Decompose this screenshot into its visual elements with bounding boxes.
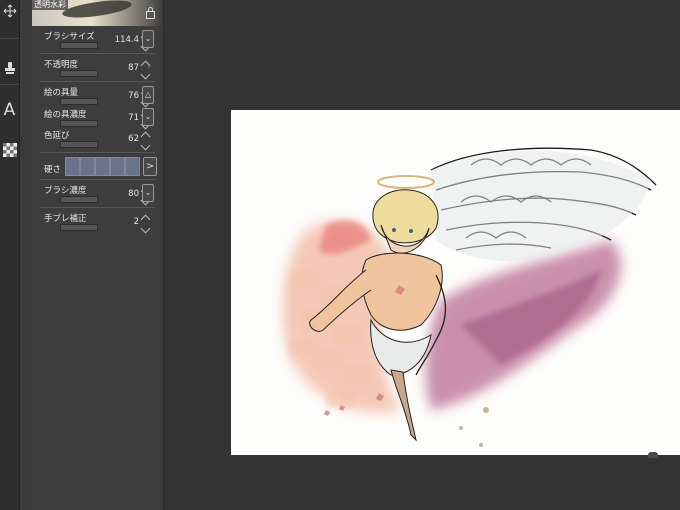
transparency-icon[interactable] xyxy=(0,139,19,161)
brush-preview[interactable]: 透明水彩 xyxy=(32,0,163,26)
lock-icon[interactable] xyxy=(146,7,155,19)
stabilization-slider[interactable] xyxy=(60,224,98,231)
brush-size-label: ブラシサイズ xyxy=(44,32,95,42)
brush-size-slider[interactable] xyxy=(60,42,98,49)
hardness-level-4[interactable] xyxy=(110,157,125,176)
text-tool-icon[interactable]: A xyxy=(0,99,19,121)
brush-settings-panel: 透明水彩 ブラシサイズ 114.4 ⌄ 不透明度 87 ⌄ 絵の具量 76 △ … xyxy=(32,0,164,510)
brush-preview-stroke xyxy=(61,0,133,21)
brush-size-value: 114.4 xyxy=(114,35,139,45)
brush-size-row[interactable]: ブラシサイズ 114.4 ⌄ xyxy=(32,28,163,52)
stabilization-label: 手ブレ補正 xyxy=(44,214,87,224)
hardness-level-1[interactable] xyxy=(65,157,80,176)
panel-gutter xyxy=(20,0,32,510)
canvas-handle[interactable] xyxy=(648,452,658,458)
color-stretch-row[interactable]: 色延び 62 xyxy=(32,127,163,151)
opacity-pressure-button[interactable]: ⌄ xyxy=(144,58,154,74)
paint-amount-row[interactable]: 絵の具量 76 △ xyxy=(32,84,163,108)
hardness-level-3[interactable] xyxy=(95,157,110,176)
brush-size-pressure-button[interactable]: ⌄ xyxy=(142,30,154,48)
color-stretch-value: 62 xyxy=(128,134,139,144)
stabilization-value: 2 xyxy=(133,217,139,227)
tool-bar: A xyxy=(0,0,20,510)
brush-density-slider[interactable] xyxy=(60,196,98,203)
move-icon[interactable] xyxy=(0,0,19,22)
drawing-canvas[interactable] xyxy=(231,110,680,455)
opacity-slider[interactable] xyxy=(60,70,98,77)
paint-density-label: 絵の具濃度 xyxy=(44,110,87,120)
color-stretch-slider[interactable] xyxy=(60,141,98,148)
stamp-icon[interactable] xyxy=(0,57,19,79)
paint-density-slider[interactable] xyxy=(60,120,98,127)
opacity-value: 87 xyxy=(128,63,139,73)
hardness-level-5[interactable] xyxy=(125,157,140,176)
hardness-level-2[interactable] xyxy=(80,157,95,176)
color-stretch-stepper[interactable] xyxy=(140,130,151,151)
paint-density-value: 71 xyxy=(128,113,139,123)
paint-density-pressure-button[interactable]: ⌄ xyxy=(142,108,154,126)
opacity-row[interactable]: 不透明度 87 ⌄ xyxy=(32,56,163,80)
paint-amount-value: 76 xyxy=(128,91,139,101)
paint-amount-slider[interactable] xyxy=(60,98,98,105)
hardness-next-button[interactable]: > xyxy=(143,157,157,176)
brush-density-label: ブラシ濃度 xyxy=(44,186,87,196)
hardness-label: 硬さ xyxy=(44,165,62,175)
brush-preset-name: 透明水彩 xyxy=(32,0,68,10)
brush-density-value: 80 xyxy=(128,189,139,199)
brush-density-row[interactable]: ブラシ濃度 80 ⌄ xyxy=(32,182,163,206)
opacity-label: 不透明度 xyxy=(44,60,79,70)
paint-amount-label: 絵の具量 xyxy=(44,88,79,98)
color-stretch-label: 色延び xyxy=(44,131,70,141)
paint-amount-pressure-button[interactable]: △ xyxy=(142,86,154,104)
artwork-illustration xyxy=(282,147,657,447)
stabilization-stepper[interactable] xyxy=(140,213,151,234)
stabilization-row[interactable]: 手ブレ補正 2 xyxy=(32,210,163,234)
brush-density-pressure-button[interactable]: ⌄ xyxy=(142,184,154,202)
